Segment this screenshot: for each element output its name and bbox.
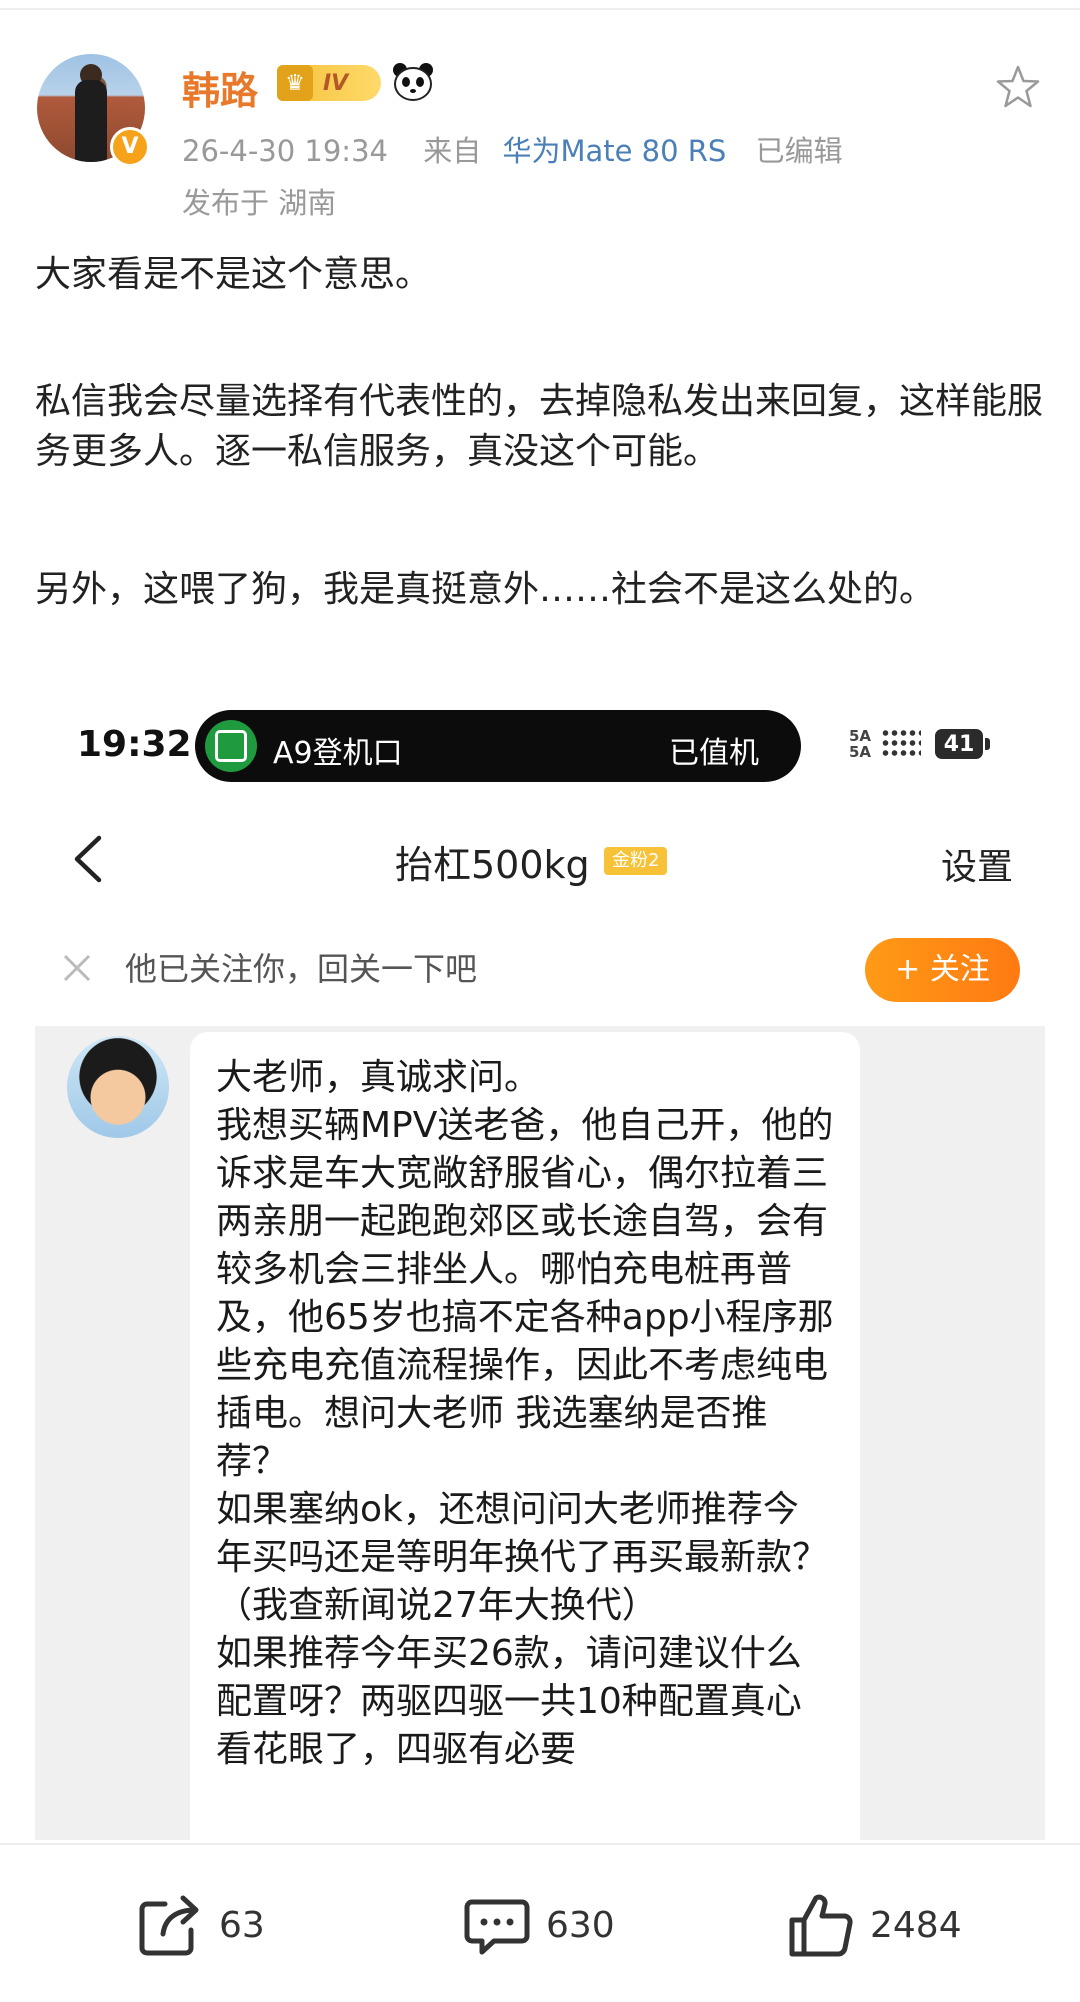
post-paragraph: 大家看是不是这个意思。 bbox=[35, 254, 432, 295]
follow-prompt-bar: 他已关注你，回关一下吧 + 关注 bbox=[35, 912, 1045, 1026]
like-count: 2484 bbox=[870, 1904, 962, 1946]
post-location: 发布于 湖南 bbox=[182, 186, 337, 220]
panda-icon bbox=[393, 63, 433, 101]
back-arrow-icon[interactable] bbox=[69, 834, 109, 884]
avatar-body bbox=[75, 80, 107, 162]
comment-button[interactable]: 630 bbox=[462, 1895, 615, 1955]
post-action-bar: 63 630 2484 bbox=[0, 1843, 1080, 2002]
signal-strength-icon bbox=[881, 728, 921, 758]
phone-status-bar: 19:32 A9登机口 已值机 5A 5A 41 bbox=[35, 690, 1045, 800]
comment-count: 630 bbox=[546, 1904, 615, 1946]
crown-icon: ♛ bbox=[277, 65, 313, 101]
island-gate-text: A9登机口 bbox=[273, 736, 403, 771]
close-icon[interactable] bbox=[61, 952, 93, 984]
comment-icon bbox=[464, 1899, 530, 1955]
favorite-star-icon[interactable] bbox=[995, 64, 1041, 110]
battery-icon: 41 bbox=[935, 729, 983, 759]
post-from-label: 来自 bbox=[423, 134, 482, 168]
message-bubble[interactable]: 大老师，真诚求问。 我想买辆MPV送老爸，他自己开，他的诉求是车大宽敞舒服省心，… bbox=[190, 1032, 860, 1840]
chat-header: 抬杠500kg 金粉2 设置 bbox=[35, 800, 1045, 914]
island-status-text: 已值机 bbox=[669, 736, 759, 771]
chat-messages[interactable]: 大老师，真诚求问。 我想买辆MPV送老爸，他自己开，他的诉求是车大宽敞舒服省心，… bbox=[35, 1026, 1045, 1840]
post-paragraph: 私信我会尽量选择有代表性的，去掉隐私发出来回复，这样能服务更多人。逐一私信服务，… bbox=[35, 381, 1044, 472]
chat-title: 抬杠500kg bbox=[395, 843, 590, 887]
follow-prompt-text: 他已关注你，回关一下吧 bbox=[125, 950, 478, 988]
repost-count: 63 bbox=[219, 1904, 265, 1946]
settings-button[interactable]: 设置 bbox=[941, 838, 1013, 890]
fan-level-badge: 金粉2 bbox=[604, 847, 668, 875]
post-paragraph: 另外，这喂了狗，我是真挺意外……社会不是这么处的。 bbox=[35, 569, 936, 610]
follow-button[interactable]: + 关注 bbox=[865, 938, 1020, 1002]
signal-label: 5A 5A bbox=[849, 727, 872, 761]
verified-v-icon: V bbox=[110, 127, 150, 167]
embedded-screenshot[interactable]: 19:32 A9登机口 已值机 5A 5A 41 抬杠500kg 金粉2 设置 他… bbox=[35, 690, 1045, 1840]
boarding-app-icon bbox=[205, 720, 257, 772]
post-time: 26-4-30 19:34 bbox=[182, 134, 388, 168]
vip-level-badge[interactable]: ♛ IV bbox=[277, 65, 381, 101]
battery-tip bbox=[985, 738, 990, 750]
post-meta: 26-4-30 19:34 来自 华为Mate 80 RS 已编辑 bbox=[182, 128, 843, 170]
share-icon bbox=[139, 1895, 199, 1956]
sender-avatar[interactable] bbox=[67, 1036, 169, 1138]
dynamic-island: A9登机口 已值机 bbox=[195, 710, 801, 782]
top-divider bbox=[0, 8, 1080, 10]
status-time: 19:32 bbox=[77, 724, 192, 765]
author-name[interactable]: 韩路 bbox=[182, 60, 258, 115]
vip-level-label: IV bbox=[323, 70, 349, 96]
post-device[interactable]: 华为Mate 80 RS bbox=[502, 134, 726, 168]
thumbs-up-icon bbox=[789, 1894, 853, 1957]
like-button[interactable]: 2484 bbox=[786, 1894, 962, 1957]
edited-label[interactable]: 已编辑 bbox=[756, 134, 843, 168]
repost-button[interactable]: 63 bbox=[135, 1895, 265, 1956]
